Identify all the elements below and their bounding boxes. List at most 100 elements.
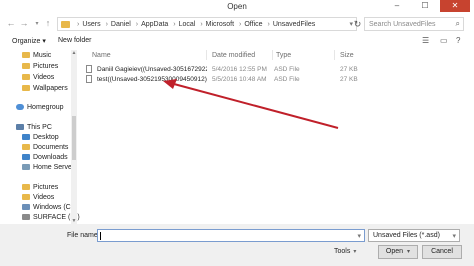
filter-dropdown-icon[interactable]: ▾ (452, 232, 456, 240)
sidebar-item-home-server[interactable]: Home Server (22, 164, 74, 171)
file-row[interactable]: test((Unsaved-305219530009450912)).asd 5… (86, 75, 358, 85)
file-name-label: File name: (67, 232, 100, 239)
breadcrumb-item[interactable]: Microsoft (206, 21, 234, 28)
pictures-icon (22, 184, 30, 190)
sidebar-item-pictures[interactable]: Pictures (22, 63, 58, 70)
homegroup-icon (16, 104, 24, 110)
column-divider[interactable] (334, 50, 335, 60)
file-date: 5/5/2016 10:48 AM (212, 76, 267, 83)
server-icon (22, 164, 30, 170)
videos-icon (22, 74, 30, 80)
sidebar-item-downloads[interactable]: Downloads (22, 154, 68, 161)
sidebar-item-label: Wallpapers (33, 85, 68, 92)
command-toolbar: Organize ▾ New folder ☰ ▭ ? (0, 34, 474, 48)
sidebar-item-label: Homegroup (27, 104, 64, 111)
breadcrumb-separator: › (173, 21, 176, 28)
refresh-button[interactable]: ↻ (352, 17, 363, 31)
file-name: Daniil Gagieiev((Unsaved-3051672922443..… (97, 66, 207, 73)
file-list: Name Date modified Type Size Daniil Gagi… (80, 48, 466, 224)
sidebar-item-label: Videos (33, 194, 55, 201)
drive-icon (22, 204, 30, 210)
pc-icon (16, 124, 24, 130)
file-type: ASD File (274, 76, 300, 83)
breadcrumb-item[interactable]: UnsavedFiles (273, 21, 315, 28)
address-bar[interactable]: › Users › Daniel › AppData › Local › Microsof… (57, 17, 357, 31)
breadcrumb-item[interactable]: AppData (141, 21, 168, 28)
column-header-type[interactable]: Type (276, 52, 291, 59)
dialog-footer: File name: ▾ Unsaved Files (*.asd) ▾ Too… (0, 224, 474, 266)
sidebar-item-videos[interactable]: Videos (22, 74, 54, 81)
cancel-button[interactable]: Cancel (422, 245, 462, 259)
file-size: 27 KB (340, 76, 358, 83)
close-button[interactable]: ✕ (440, 0, 470, 12)
documents-icon (22, 144, 30, 150)
file-name-dropdown-icon[interactable]: ▾ (357, 232, 361, 240)
desktop-icon (22, 134, 30, 140)
maximize-button[interactable]: ☐ (412, 0, 438, 12)
organize-button[interactable]: Organize ▾ (12, 37, 46, 45)
sidebar-scrollbar[interactable]: ▲ ▼ (71, 50, 77, 224)
column-header-date-modified[interactable]: Date modified (212, 52, 255, 59)
help-icon[interactable]: ? (456, 36, 460, 45)
back-button[interactable]: ← (6, 18, 16, 28)
sidebar-item-desktop[interactable]: Desktop (22, 134, 59, 141)
breadcrumb-separator: › (135, 21, 139, 28)
file-type: ASD File (274, 66, 300, 73)
title-bar: Open – ☐ ✕ (0, 0, 474, 14)
column-divider[interactable] (272, 50, 273, 60)
file-icon (86, 75, 92, 83)
breadcrumb-item[interactable]: Users (82, 21, 100, 28)
file-row[interactable]: Daniil Gagieiev((Unsaved-3051672922443..… (86, 65, 358, 75)
sidebar-item-homegroup[interactable]: Homegroup (16, 104, 64, 111)
folder-icon (22, 85, 30, 91)
open-dropdown-icon[interactable]: ▾ (407, 249, 410, 255)
sidebar-item-videos-pc[interactable]: Videos (22, 194, 54, 201)
downloads-icon (22, 154, 30, 160)
file-icon (86, 65, 92, 73)
music-icon (22, 52, 30, 58)
preview-pane-icon[interactable]: ▭ (440, 36, 448, 45)
column-divider[interactable] (206, 50, 207, 60)
sidebar-item-documents[interactable]: Documents (22, 144, 68, 151)
breadcrumb-separator: › (239, 21, 242, 28)
folder-icon (61, 21, 70, 28)
new-folder-button[interactable]: New folder (58, 37, 91, 44)
file-name-input[interactable]: ▾ (97, 229, 365, 242)
sidebar-item-label: Downloads (33, 154, 68, 161)
column-header-name[interactable]: Name (92, 52, 111, 59)
sidebar-item-label: Pictures (33, 184, 59, 191)
recent-locations-icon[interactable]: ▾ (32, 20, 42, 27)
sidebar-item-label: Pictures (33, 63, 59, 70)
breadcrumb-item[interactable]: Daniel (111, 21, 131, 28)
sidebar-item-windows-c[interactable]: Windows (C:) (22, 204, 75, 211)
sidebar-item-wallpapers[interactable]: Wallpapers (22, 85, 68, 92)
search-icon[interactable]: ⌕ (456, 19, 460, 29)
sidebar-item-music[interactable]: Music (22, 52, 51, 59)
sidebar-item-label: Desktop (33, 134, 59, 141)
breadcrumb-item[interactable]: Local (179, 21, 196, 28)
view-options-icon[interactable]: ☰ (422, 36, 429, 45)
address-row: ← → ▾ ↑ › Users › Daniel › AppData › Local ›… (0, 14, 474, 34)
file-date: 5/4/2016 12:55 PM (212, 66, 267, 73)
search-placeholder: Search UnsavedFiles (369, 21, 436, 28)
up-button[interactable]: ↑ (43, 18, 53, 28)
sidebar-item-pictures-pc[interactable]: Pictures (22, 184, 58, 191)
breadcrumb-item[interactable]: Office (244, 21, 262, 28)
sidebar-item-this-pc[interactable]: This PC (16, 124, 52, 131)
column-header-size[interactable]: Size (340, 52, 354, 59)
sidebar-item-label: Windows (C:) (33, 204, 76, 211)
breadcrumb-separator: › (267, 21, 270, 28)
search-input[interactable]: Search UnsavedFiles ⌕ (364, 17, 464, 31)
tools-button[interactable]: Tools ▾ (334, 248, 356, 255)
sidebar-item-label: Music (33, 52, 52, 59)
scroll-up-icon[interactable]: ▲ (71, 50, 77, 56)
breadcrumb-separator: › (105, 21, 108, 28)
minimize-button[interactable]: – (384, 0, 410, 12)
breadcrumb-separator: › (77, 21, 80, 28)
navigation-pane: Music Pictures Videos Wallpapers Homegro… (8, 48, 80, 224)
forward-button[interactable]: → (19, 18, 29, 28)
file-type-filter[interactable]: Unsaved Files (*.asd) ▾ (368, 229, 460, 242)
scrollbar-thumb[interactable] (72, 116, 76, 160)
open-button[interactable]: Open ▾ (378, 245, 418, 259)
text-caret (100, 232, 101, 240)
